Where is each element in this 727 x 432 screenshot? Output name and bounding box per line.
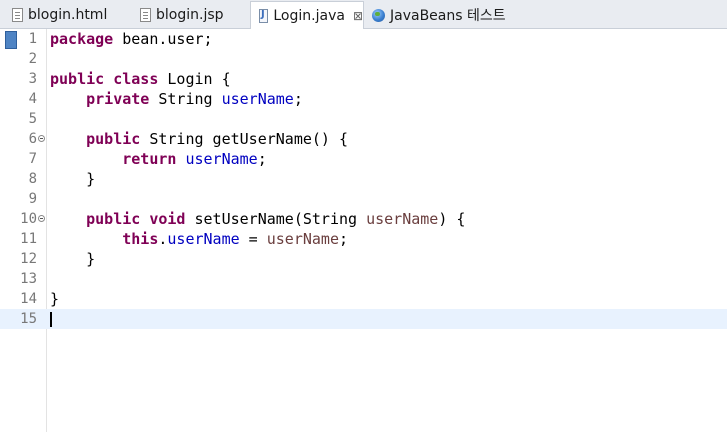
tab-label: JavaBeans 테스트 xyxy=(390,8,506,24)
code-line[interactable]: 5 xyxy=(0,109,727,129)
code-text: } xyxy=(50,169,95,189)
text-caret xyxy=(50,312,52,327)
line-number: 3 xyxy=(28,71,37,87)
jsp-file-icon xyxy=(140,8,151,22)
code-line[interactable]: 13 xyxy=(0,269,727,289)
html-file-icon xyxy=(12,8,23,22)
code-token: class xyxy=(113,70,159,88)
code-text: package bean.user; xyxy=(50,29,213,49)
code-line[interactable]: 9 xyxy=(0,189,727,209)
line-number: 13 xyxy=(20,271,37,287)
code-token: ; xyxy=(339,230,349,248)
java-file-icon xyxy=(259,8,269,23)
tab-label: Login.java xyxy=(273,7,345,24)
collapse-fold-icon[interactable] xyxy=(38,215,45,222)
code-line[interactable]: 1 package bean.user; xyxy=(0,29,727,49)
tab-label: blogin.html xyxy=(28,7,108,23)
code-text: public String getUserName() { xyxy=(50,129,348,149)
line-number: 6 xyxy=(28,131,37,147)
line-number: 4 xyxy=(28,91,37,107)
code-token: void xyxy=(149,210,186,228)
code-token: return xyxy=(122,150,177,168)
tab-blogin-jsp[interactable]: blogin.jsp xyxy=(132,2,250,28)
code-text: private String userName; xyxy=(50,89,303,109)
close-tab-icon[interactable]: ⊠ xyxy=(353,9,363,23)
code-token: private xyxy=(86,90,150,108)
code-token: public xyxy=(86,130,141,148)
globe-icon xyxy=(372,8,385,22)
code-text: } xyxy=(50,289,59,309)
code-line[interactable]: 6 public String getUserName() { xyxy=(0,129,727,149)
tab-blogin-html[interactable]: blogin.html xyxy=(4,2,132,28)
code-line[interactable]: 15 xyxy=(0,309,727,329)
code-line[interactable]: 3 public class Login { xyxy=(0,69,727,89)
code-token: ) { xyxy=(438,210,466,228)
code-token: userName xyxy=(366,210,439,228)
code-token: bean.user; xyxy=(113,30,213,48)
line-number: 2 xyxy=(28,51,37,67)
code-token: setUserName(String xyxy=(185,210,367,228)
code-token: public xyxy=(50,70,105,88)
line-number: 10 xyxy=(20,211,37,227)
code-line[interactable]: 2 xyxy=(0,49,727,69)
code-token: } xyxy=(50,170,96,188)
code-text: public class Login { xyxy=(50,69,231,89)
code-token: String getUserName() { xyxy=(140,130,349,148)
code-line[interactable]: 4 private String userName; xyxy=(0,89,727,109)
code-text: public void setUserName(String userName)… xyxy=(50,209,465,229)
tab-login-java[interactable]: Login.java ⊠ xyxy=(250,1,364,29)
code-line[interactable]: 8 } xyxy=(0,169,727,189)
tab-javabeans-test[interactable]: JavaBeans 테스트 xyxy=(364,2,524,28)
line-number: 14 xyxy=(20,291,37,307)
line-number: 8 xyxy=(28,171,37,187)
line-number: 7 xyxy=(28,151,37,167)
code-token: Login { xyxy=(158,70,231,88)
code-line[interactable]: 14} xyxy=(0,289,727,309)
line-number: 12 xyxy=(20,251,37,267)
code-token: = xyxy=(239,230,267,248)
code-text: this.userName = userName; xyxy=(50,229,348,249)
code-line[interactable]: 11 this.userName = userName; xyxy=(0,229,727,249)
code-token: this xyxy=(122,230,159,248)
line-number: 5 xyxy=(28,111,37,127)
code-token: String xyxy=(149,90,222,108)
line-number: 15 xyxy=(20,311,37,327)
code-token: } xyxy=(50,250,96,268)
code-token: ; xyxy=(257,150,267,168)
code-line[interactable]: 7 return userName; xyxy=(0,149,727,169)
code-token: public xyxy=(86,210,141,228)
collapse-fold-icon[interactable] xyxy=(38,135,45,142)
line-number: 11 xyxy=(20,231,37,247)
code-editor[interactable]: 1 package bean.user; 2 3 public class Login … xyxy=(0,29,727,432)
code-line[interactable]: 12 } xyxy=(0,249,727,269)
code-text: } xyxy=(50,249,95,269)
code-token: userName xyxy=(185,150,258,168)
code-token: ; xyxy=(293,90,303,108)
tab-label: blogin.jsp xyxy=(156,7,224,23)
code-token: package xyxy=(50,30,114,48)
line-number: 1 xyxy=(28,31,37,47)
code-token: userName xyxy=(266,230,339,248)
code-line[interactable]: 10 public void setUserName(String userNa… xyxy=(0,209,727,229)
code-token: userName xyxy=(221,90,294,108)
line-number: 9 xyxy=(28,191,37,207)
editor-tab-bar: blogin.html blogin.jsp Login.java ⊠ Java… xyxy=(0,0,727,29)
code-token: userName xyxy=(167,230,240,248)
code-text: return userName; xyxy=(50,149,267,169)
code-token: } xyxy=(50,290,60,308)
